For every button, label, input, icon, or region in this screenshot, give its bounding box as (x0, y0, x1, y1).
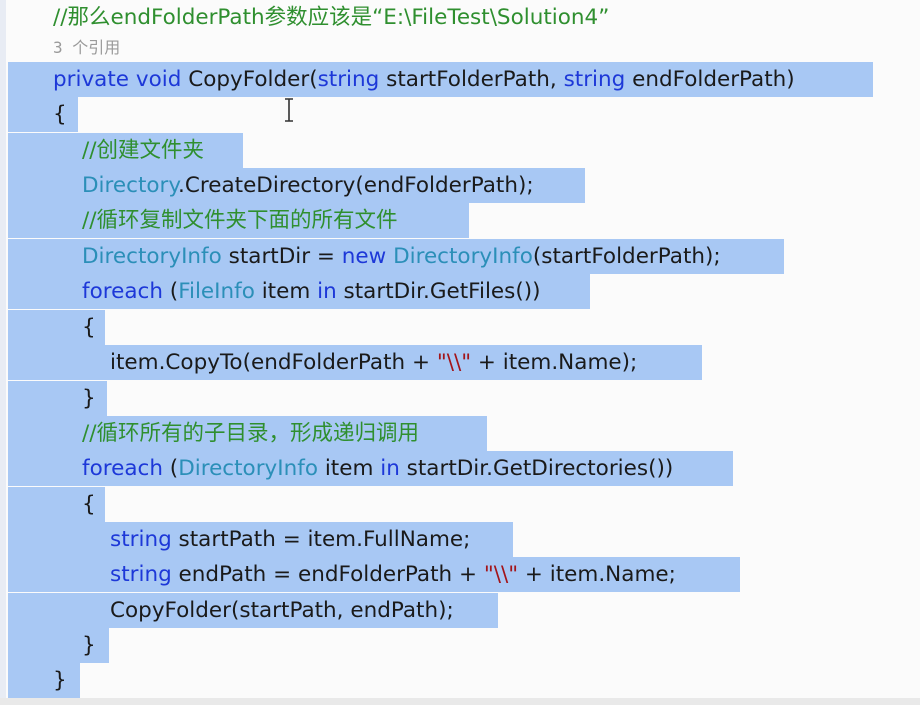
comment-token: //循环所有的子目录，形成递归调用 (82, 421, 419, 446)
code-token: CopyFolder(startPath, endPath); (110, 598, 454, 623)
keyword-token: new (341, 244, 387, 269)
code-line[interactable]: string startPath = item.FullName; (0, 522, 920, 557)
code-line-text: { (82, 310, 96, 345)
keyword-token: foreach (82, 279, 163, 304)
comment-token: //创建文件夹 (82, 138, 204, 163)
keyword-token: private (53, 67, 130, 92)
code-token: item (317, 456, 381, 481)
codelens-references-link[interactable]: 3 个引用 (53, 35, 120, 61)
code-line-text: //循环所有的子目录，形成递归调用 (82, 416, 419, 451)
header-comment: //那么endFolderPath参数应该是“E:\FileTest\Solut… (53, 5, 610, 30)
code-line-text: item.CopyTo(endFolderPath + "\\" + item.… (110, 345, 637, 380)
keyword-token: string (317, 67, 380, 92)
code-line-text: { (53, 97, 67, 132)
selection-highlight (8, 97, 78, 132)
code-line[interactable]: { (0, 97, 920, 132)
code-line-text: Directory.CreateDirectory(endFolderPath)… (82, 168, 534, 203)
type-token: Directory (82, 173, 179, 198)
code-line[interactable]: { (0, 310, 920, 345)
code-line-text: foreach (FileInfo item in startDir.GetFi… (82, 274, 541, 309)
keyword-token: string (110, 562, 172, 587)
selection-highlight (8, 663, 80, 698)
text-ibeam-icon (285, 98, 293, 122)
code-line[interactable]: //创建文件夹 (0, 133, 920, 168)
code-token: startDir.GetFiles()) (336, 279, 541, 304)
code-line-text: foreach (DirectoryInfo item in startDir.… (82, 451, 673, 486)
code-line[interactable]: { (0, 487, 920, 522)
code-line[interactable]: item.CopyTo(endFolderPath + "\\" + item.… (0, 345, 920, 380)
code-token: startDir.GetDirectories()) (399, 456, 674, 481)
editor-bottom-edge (0, 698, 920, 705)
code-line-text: CopyFolder(startPath, endPath); (110, 593, 454, 628)
code-token: + item.Name); (471, 350, 638, 375)
code-token: CopyFolder( (181, 67, 318, 92)
code-line-text: string endPath = endFolderPath + "\\" + … (110, 557, 676, 592)
code-line-text: private void CopyFolder(string startFold… (53, 62, 795, 97)
code-token: .CreateDirectory(endFolderPath); (178, 173, 534, 198)
code-token: { (82, 492, 96, 517)
keyword-token: in (317, 279, 337, 304)
code-line-text: } (82, 628, 96, 663)
code-token: ( (162, 279, 179, 304)
code-editor[interactable]: //那么endFolderPath参数应该是“E:\FileTest\Solut… (0, 0, 920, 705)
type-token: FileInfo (178, 279, 255, 304)
code-line[interactable]: } (0, 628, 920, 663)
code-token: ( (162, 456, 179, 481)
code-line-text: //创建文件夹 (82, 133, 204, 168)
code-line[interactable]: string endPath = endFolderPath + "\\" + … (0, 557, 920, 592)
code-token: endFolderPath) (625, 67, 795, 92)
keyword-token: in (380, 456, 400, 481)
code-line[interactable]: //循环复制文件夹下面的所有文件 (0, 203, 920, 238)
code-token: item (254, 279, 318, 304)
code-line-text: { (82, 487, 96, 522)
string-token: "\\" (483, 562, 519, 587)
type-token: DirectoryInfo (82, 244, 222, 269)
code-token: endPath = endFolderPath + (171, 562, 484, 587)
code-token: startFolderPath, (379, 67, 564, 92)
code-line[interactable]: DirectoryInfo startDir = new DirectoryIn… (0, 239, 920, 274)
code-line-text: DirectoryInfo startDir = new DirectoryIn… (82, 239, 721, 274)
type-token: DirectoryInfo (393, 244, 533, 269)
type-token: DirectoryInfo (178, 456, 318, 481)
code-line-text: } (82, 381, 96, 416)
code-line-text: //循环复制文件夹下面的所有文件 (82, 203, 398, 238)
string-token: "\\" (436, 350, 472, 375)
code-line[interactable]: private void CopyFolder(string startFold… (0, 62, 920, 97)
code-line[interactable]: foreach (FileInfo item in startDir.GetFi… (0, 274, 920, 309)
code-token: item.CopyTo(endFolderPath + (110, 350, 437, 375)
code-line[interactable]: } (0, 381, 920, 416)
code-token: { (82, 315, 96, 340)
code-token: + item.Name; (518, 562, 676, 587)
code-token: } (82, 633, 96, 658)
keyword-token: string (563, 67, 626, 92)
code-token: } (82, 386, 96, 411)
keyword-token: void (135, 67, 182, 92)
code-line[interactable]: } (0, 663, 920, 698)
code-line[interactable]: //循环所有的子目录，形成递归调用 (0, 416, 920, 451)
comment-token: //循环复制文件夹下面的所有文件 (82, 208, 398, 233)
keyword-token: foreach (82, 456, 163, 481)
code-line-text: } (53, 663, 67, 698)
code-token: (startFolderPath); (532, 244, 721, 269)
code-token: startPath = item.FullName; (171, 527, 471, 552)
keyword-token: string (110, 527, 172, 552)
code-token: } (53, 668, 67, 693)
code-line[interactable]: CopyFolder(startPath, endPath); (0, 593, 920, 628)
code-line-text: string startPath = item.FullName; (110, 522, 470, 557)
code-line[interactable]: Directory.CreateDirectory(endFolderPath)… (0, 168, 920, 203)
code-line[interactable]: foreach (DirectoryInfo item in startDir.… (0, 451, 920, 486)
code-token: { (53, 102, 67, 127)
code-token: startDir = (221, 244, 342, 269)
